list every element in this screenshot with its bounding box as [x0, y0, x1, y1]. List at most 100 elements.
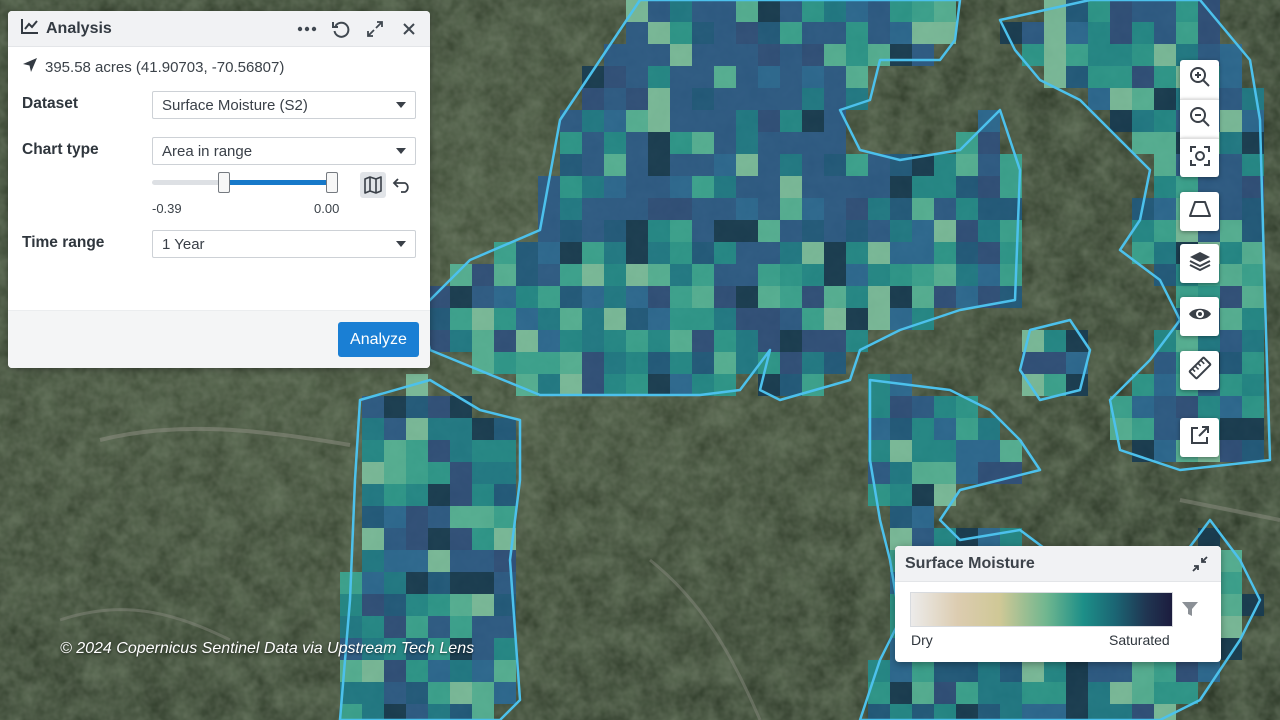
- moisture-cell: [1176, 396, 1198, 418]
- moisture-cell: [1044, 352, 1066, 374]
- moisture-cell: [1176, 0, 1198, 22]
- moisture-cell: [736, 132, 758, 154]
- zoom-out-button[interactable]: [1180, 99, 1219, 138]
- draw-shape-button[interactable]: [1180, 192, 1219, 231]
- moisture-cell: [736, 176, 758, 198]
- moisture-cell: [692, 286, 714, 308]
- moisture-cell: [1000, 286, 1022, 308]
- moisture-cell: [582, 308, 604, 330]
- moisture-cell: [582, 286, 604, 308]
- slider-selected-range: [224, 180, 332, 185]
- moisture-cell: [1154, 242, 1176, 264]
- moisture-cell: [428, 616, 450, 638]
- moisture-cell: [780, 22, 802, 44]
- moisture-cell: [802, 44, 824, 66]
- moisture-cell: [890, 660, 912, 682]
- moisture-cell: [1110, 704, 1132, 720]
- range-slider: -0.39 0.00: [152, 165, 416, 225]
- time-range-select[interactable]: 1 Year: [152, 230, 416, 258]
- moisture-cell: [1220, 330, 1242, 352]
- moisture-cell: [1154, 352, 1176, 374]
- moisture-cell: [692, 66, 714, 88]
- moisture-cell: [450, 484, 472, 506]
- moisture-cell: [736, 330, 758, 352]
- map-icon[interactable]: [360, 172, 386, 198]
- moisture-cell: [516, 330, 538, 352]
- moisture-cell: [1154, 176, 1176, 198]
- collapse-icon[interactable]: [1189, 553, 1211, 575]
- close-icon[interactable]: [398, 18, 420, 40]
- chevron-down-icon: [396, 241, 406, 247]
- moisture-cell: [1132, 0, 1154, 22]
- refresh-icon[interactable]: [330, 18, 352, 40]
- moisture-cell: [824, 66, 846, 88]
- moisture-cell: [956, 176, 978, 198]
- moisture-cell: [978, 242, 1000, 264]
- moisture-cell: [1220, 418, 1242, 440]
- moisture-cell: [384, 660, 406, 682]
- filter-icon[interactable]: [1179, 598, 1201, 620]
- moisture-cell: [846, 22, 868, 44]
- moisture-cell: [384, 506, 406, 528]
- moisture-cell: [934, 462, 956, 484]
- moisture-cell: [956, 198, 978, 220]
- moisture-cell: [956, 264, 978, 286]
- moisture-cell: [934, 176, 956, 198]
- expand-icon[interactable]: [364, 18, 386, 40]
- moisture-cell: [494, 264, 516, 286]
- moisture-cell: [648, 352, 670, 374]
- moisture-cell: [758, 44, 780, 66]
- moisture-cell: [714, 264, 736, 286]
- slider-low-handle[interactable]: [218, 172, 231, 193]
- moisture-cell: [868, 308, 890, 330]
- fit-bounds-button[interactable]: [1180, 138, 1219, 177]
- moisture-cell: [934, 220, 956, 242]
- moisture-cell: [780, 110, 802, 132]
- moisture-cell: [516, 286, 538, 308]
- moisture-cell: [692, 88, 714, 110]
- visibility-button[interactable]: [1180, 297, 1219, 336]
- moisture-cell: [1132, 22, 1154, 44]
- moisture-cell: [1242, 242, 1264, 264]
- moisture-cell: [802, 88, 824, 110]
- undo-icon[interactable]: [389, 172, 415, 198]
- moisture-cell: [714, 88, 736, 110]
- open-external-button[interactable]: [1180, 418, 1219, 457]
- moisture-cell: [736, 220, 758, 242]
- moisture-cell: [714, 286, 736, 308]
- moisture-cell: [978, 418, 1000, 440]
- moisture-cell: [736, 22, 758, 44]
- analyze-button[interactable]: Analyze: [338, 322, 419, 357]
- moisture-cell: [1066, 704, 1088, 720]
- moisture-cell: [560, 242, 582, 264]
- moisture-cell: [560, 132, 582, 154]
- moisture-cell: [736, 44, 758, 66]
- moisture-cell: [912, 0, 934, 22]
- moisture-cell: [802, 286, 824, 308]
- moisture-cell: [626, 22, 648, 44]
- zoom-in-button[interactable]: [1180, 60, 1219, 99]
- moisture-cell: [978, 198, 1000, 220]
- moisture-cell: [362, 440, 384, 462]
- moisture-cell: [934, 0, 956, 22]
- moisture-cell: [384, 440, 406, 462]
- moisture-cell: [1132, 220, 1154, 242]
- moisture-cell: [956, 220, 978, 242]
- moisture-cell: [472, 440, 494, 462]
- moisture-cell: [472, 704, 494, 720]
- more-options-icon[interactable]: [296, 18, 318, 40]
- moisture-cell: [538, 264, 560, 286]
- moisture-cell: [802, 176, 824, 198]
- moisture-cell: [890, 176, 912, 198]
- dataset-select[interactable]: Surface Moisture (S2): [152, 91, 416, 119]
- chart-type-select[interactable]: Area in range: [152, 137, 416, 165]
- moisture-cell: [428, 528, 450, 550]
- slider-high-handle[interactable]: [326, 172, 338, 193]
- layers-button[interactable]: [1180, 244, 1219, 283]
- legend-panel: Surface Moisture Dry Saturated: [895, 546, 1221, 662]
- zoom-out-icon: [1189, 106, 1211, 133]
- ruler-button[interactable]: [1180, 351, 1219, 390]
- moisture-cell: [868, 286, 890, 308]
- moisture-cell: [450, 462, 472, 484]
- moisture-cell: [384, 484, 406, 506]
